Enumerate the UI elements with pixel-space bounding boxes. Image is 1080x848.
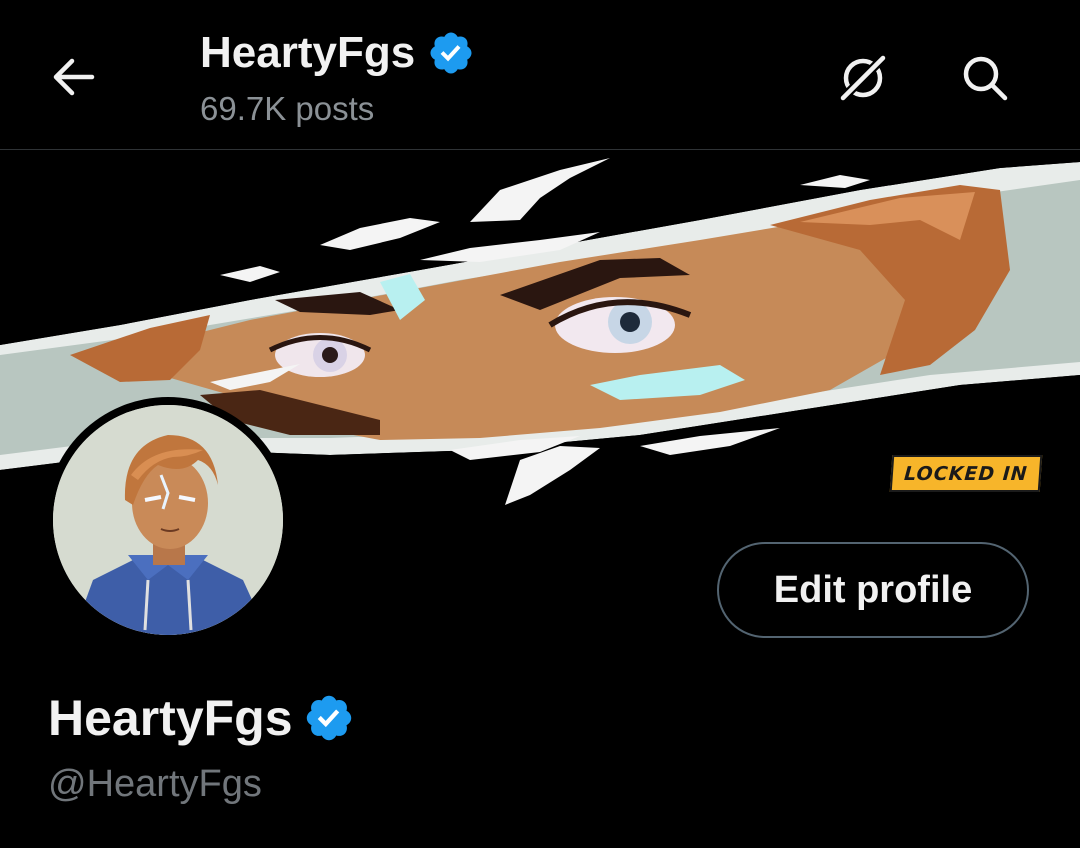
avatar[interactable]: [45, 397, 291, 643]
search-icon: [963, 56, 1008, 101]
header-title: HeartyFgs: [200, 28, 416, 77]
locked-in-badge: LOCKED IN: [889, 455, 1043, 492]
top-bar: [0, 0, 1080, 150]
grok-button[interactable]: [833, 48, 893, 108]
display-name: HeartyFgs: [48, 690, 293, 746]
back-button[interactable]: [38, 45, 108, 109]
search-button[interactable]: [955, 48, 1015, 108]
avatar-image: [53, 405, 283, 635]
verified-badge-icon: [306, 695, 351, 741]
arrow-left-icon: [53, 58, 95, 96]
avatar-artwork: [53, 405, 283, 635]
header-title-row: HeartyFgs: [200, 26, 475, 80]
edit-profile-button[interactable]: Edit profile: [717, 542, 1029, 638]
verified-badge-icon: [430, 32, 472, 74]
profile-handle: @HeartyFgs: [48, 763, 262, 805]
post-count: 69.7K posts: [200, 90, 375, 127]
grok-icon: [837, 52, 889, 104]
profile-name-row: HeartyFgs: [48, 688, 355, 748]
